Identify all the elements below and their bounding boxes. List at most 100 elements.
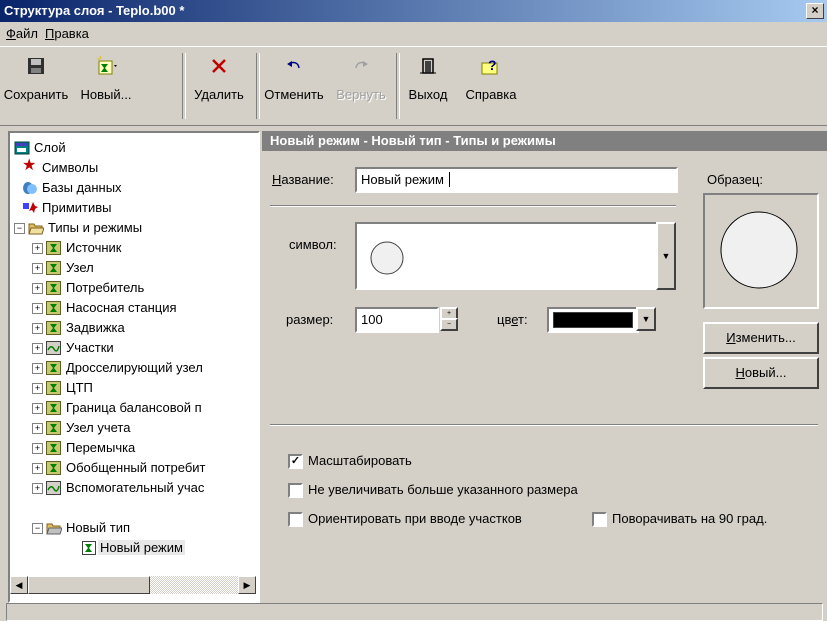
section-header: Новый режим - Новый тип - Типы и режимы	[262, 131, 827, 151]
tree-item-label: ЦТП	[66, 380, 93, 395]
expand-icon[interactable]: +	[32, 383, 43, 394]
expand-icon[interactable]: +	[32, 443, 43, 454]
type-icon	[46, 421, 62, 435]
type-icon	[46, 401, 62, 415]
svg-text:?: ?	[488, 57, 497, 73]
database-icon	[22, 181, 38, 195]
status-bar	[6, 603, 823, 621]
redo-arrow-icon	[349, 55, 373, 77]
tree-item-label: Узел учета	[66, 420, 131, 435]
exit-button[interactable]: Выход	[400, 47, 456, 121]
menu-bar: Файл Правка	[0, 22, 827, 44]
scroll-left-icon[interactable]: ◀	[10, 576, 28, 594]
expand-icon[interactable]: +	[32, 483, 43, 494]
color-select[interactable]	[547, 307, 639, 333]
layer-tree[interactable]: Слой ★ Символы Базы данных Примитивы − Т…	[8, 131, 260, 603]
type-icon	[46, 461, 62, 475]
tree-horizontal-scrollbar[interactable]: ◀ ▶	[10, 576, 256, 594]
folder-open-icon	[28, 221, 45, 235]
no-enlarge-checkbox[interactable]	[288, 483, 303, 498]
expand-icon[interactable]: +	[32, 403, 43, 414]
symbol-select[interactable]	[355, 222, 659, 290]
close-button[interactable]: ×	[806, 3, 824, 19]
scale-checkbox[interactable]: ✓	[288, 454, 303, 469]
undo-button[interactable]: Отменить	[260, 47, 328, 121]
rotate90-label: Поворачивать на 90 град.	[612, 511, 768, 526]
size-label: размер:	[286, 312, 334, 327]
delete-x-icon	[207, 55, 231, 77]
primitives-icon	[22, 201, 38, 215]
new-button[interactable]: Новый...	[72, 47, 140, 121]
tree-item-label: Источник	[66, 240, 122, 255]
scale-label: Масштабировать	[308, 453, 412, 468]
type-icon	[46, 381, 62, 395]
save-button[interactable]: Сохранить	[2, 47, 70, 121]
rotate90-checkbox[interactable]	[592, 512, 607, 527]
toolbar: Сохранить Новый... Удалить Отменить Верн…	[0, 46, 827, 126]
collapse-icon[interactable]: −	[14, 223, 25, 234]
type-icon	[46, 241, 62, 255]
tree-item-label: Задвижка	[66, 320, 125, 335]
menu-edit[interactable]: Правка	[45, 26, 89, 41]
scroll-thumb[interactable]	[28, 576, 150, 594]
color-label: цвет:	[497, 312, 528, 327]
expand-icon[interactable]: +	[32, 243, 43, 254]
name-label: Название:	[272, 172, 334, 187]
type-icon	[46, 361, 62, 375]
floppy-disk-icon	[24, 55, 48, 77]
color-dropdown-button[interactable]: ▼	[636, 307, 656, 331]
new-item-icon	[94, 55, 118, 77]
line-type-icon	[46, 481, 62, 495]
expand-icon[interactable]: +	[32, 363, 43, 374]
scroll-right-icon[interactable]: ▶	[238, 576, 256, 594]
tree-item-label: Вспомогательный учас	[66, 480, 205, 495]
no-enlarge-label: Не увеличивать больше указанного размера	[308, 482, 578, 497]
collapse-icon[interactable]: −	[32, 523, 43, 534]
menu-file[interactable]: Файл	[6, 26, 38, 41]
name-input[interactable]: Новый режим	[355, 167, 678, 193]
expand-icon[interactable]: +	[32, 423, 43, 434]
sample-preview	[703, 193, 819, 309]
tree-item-label: Дросселирующий узел	[66, 360, 203, 375]
type-icon	[46, 441, 62, 455]
redo-button: Вернуть	[330, 47, 392, 121]
layer-icon	[14, 141, 30, 155]
tree-item-label: Потребитель	[66, 280, 145, 295]
tree-item-label: Обобщенный потребит	[66, 460, 206, 475]
window-title: Структура слоя - Teplo.b00 *	[4, 3, 185, 18]
exit-door-icon	[416, 55, 440, 77]
expand-icon[interactable]: +	[32, 283, 43, 294]
text-cursor	[449, 172, 450, 187]
tree-item-label: Насосная станция	[66, 300, 177, 315]
star-icon: ★	[22, 157, 37, 174]
help-question-icon: ?	[479, 55, 503, 77]
type-icon	[46, 261, 62, 275]
type-icon	[46, 321, 62, 335]
tree-item-label: Узел	[66, 260, 94, 275]
tree-item-label: Перемычка	[66, 440, 136, 455]
change-button[interactable]: Изменить...	[703, 322, 819, 354]
symbol-dropdown-button[interactable]: ▼	[656, 222, 676, 290]
orient-label: Ориентировать при вводе участков	[308, 511, 522, 526]
expand-icon[interactable]: +	[32, 323, 43, 334]
type-icon	[46, 301, 62, 315]
size-down-button[interactable]: −	[440, 318, 458, 331]
divider	[270, 424, 818, 426]
delete-button[interactable]: Удалить	[186, 47, 252, 121]
line-type-icon	[46, 341, 62, 355]
folder-open-icon	[46, 521, 63, 535]
expand-icon[interactable]: +	[32, 303, 43, 314]
expand-icon[interactable]: +	[32, 463, 43, 474]
size-input[interactable]: 100	[355, 307, 439, 333]
sample-label: Образец:	[707, 172, 763, 187]
undo-arrow-icon	[282, 55, 306, 77]
orient-checkbox[interactable]	[288, 512, 303, 527]
expand-icon[interactable]: +	[32, 263, 43, 274]
sample-circle-icon	[720, 211, 798, 289]
color-swatch	[553, 312, 633, 328]
mode-icon	[82, 541, 98, 555]
tree-item-label: Участки	[66, 340, 114, 355]
help-button[interactable]: ? Справка	[458, 47, 524, 121]
new-symbol-button[interactable]: Новый...	[703, 357, 819, 389]
expand-icon[interactable]: +	[32, 343, 43, 354]
